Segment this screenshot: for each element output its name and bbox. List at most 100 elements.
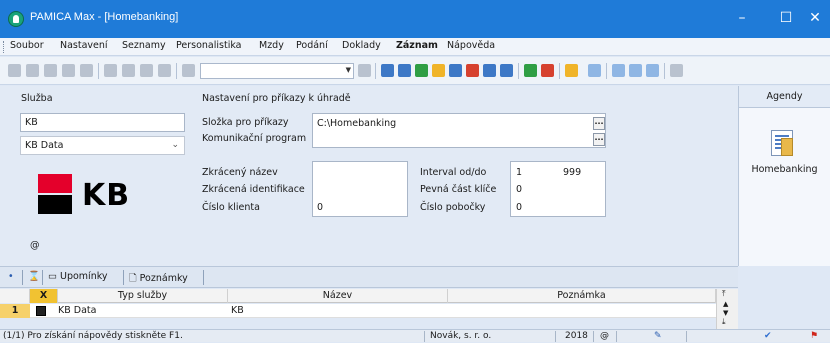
folder-field[interactable]: C:\Homebanking <box>312 113 606 148</box>
toolbar-separator <box>606 63 607 79</box>
kb-logo-text: KB <box>82 178 131 213</box>
status-separator <box>424 331 425 342</box>
row-type: KB Data <box>58 305 97 316</box>
toolbar-group-icon[interactable] <box>432 64 445 77</box>
grid-header: X Typ služby Název Poznámka <box>0 289 716 303</box>
pen-icon: ✎ <box>654 331 662 341</box>
toolbar-panel2-icon[interactable] <box>629 64 642 77</box>
interval-to-field[interactable]: 999 <box>563 167 581 178</box>
chevron-down-icon: ▼ <box>345 66 351 74</box>
toolbar-export-icon[interactable] <box>500 64 513 77</box>
toolbar-search-combo[interactable]: ▼ <box>200 63 354 79</box>
toolbar-print-icon[interactable] <box>80 64 93 77</box>
toolbar: ▼ <box>0 57 830 85</box>
toolbar-copy-icon[interactable] <box>182 64 195 77</box>
toolbar-panel1-icon[interactable] <box>612 64 625 77</box>
menu-mzdy[interactable]: Mzdy <box>259 40 284 51</box>
menu-zaznam[interactable]: Záznam <box>396 40 438 51</box>
scroll-up-icon[interactable]: ▲ <box>723 300 728 308</box>
scroll-down-icon[interactable]: ▼ <box>723 309 728 317</box>
row-number: 1 <box>0 304 30 318</box>
fixed-key-field[interactable]: 0 <box>516 184 522 195</box>
short-id-label: Zkrácená identifikace <box>202 184 305 195</box>
toolbar-person-icon[interactable] <box>415 64 428 77</box>
service-name-field[interactable]: KB <box>20 113 185 132</box>
minimize-button[interactable]: – <box>720 0 764 38</box>
menu-seznamy[interactable]: Seznamy <box>122 40 166 51</box>
tab-separator <box>123 270 124 285</box>
app-icon <box>8 11 24 27</box>
toolbar-chart-icon[interactable] <box>483 64 496 77</box>
grid-scrollbar[interactable]: ⤒ ▲ ▼ ⤓ <box>716 289 738 329</box>
nastaveni-section-label: Nastavení pro příkazy k úhradě <box>202 93 351 104</box>
homebanking-agenda-icon-overlay <box>781 138 793 156</box>
kb-logo: KB <box>38 170 129 220</box>
toolbar-panel3-icon[interactable] <box>646 64 659 77</box>
toolbar-delete-icon[interactable] <box>158 64 171 77</box>
toolbar-mail-icon[interactable] <box>466 64 479 77</box>
toolbar-help-icon[interactable] <box>670 64 683 77</box>
menu-doklady[interactable]: Doklady <box>342 40 381 51</box>
menu-bar: Soubor Nastavení Seznamy Personalistika … <box>0 38 830 56</box>
toolbar-funnel-remove-icon[interactable] <box>541 64 554 77</box>
close-button[interactable]: ✕ <box>800 0 830 38</box>
grid-x-header[interactable]: X <box>30 289 58 303</box>
branch-field[interactable]: 0 <box>516 202 522 213</box>
grid-type-header[interactable]: Typ služby <box>58 289 228 303</box>
tab-poznamky[interactable]: 🗋 Poznámky <box>129 271 188 287</box>
folder-value: C:\Homebanking <box>317 118 397 129</box>
title-bar: PAMICA Max - [Homebanking] – ☐ ✕ <box>0 0 830 38</box>
status-separator <box>555 331 556 342</box>
kb-logo-black-block <box>38 195 72 214</box>
agendy-panel: Agendy Homebanking <box>738 86 830 266</box>
program-browse-button[interactable]: ... <box>593 133 605 146</box>
table-row[interactable]: 1 KB Data KB <box>0 304 716 318</box>
grid-rownum-header <box>0 289 30 303</box>
service-type-value: KB Data <box>25 140 64 151</box>
row-checkbox[interactable] <box>36 306 46 316</box>
toolbar-funnel-icon[interactable] <box>524 64 537 77</box>
homebanking-agenda-label[interactable]: Homebanking <box>739 164 830 175</box>
tab-bullet-icon[interactable]: • <box>8 271 14 282</box>
toolbar-folder-icon[interactable] <box>565 64 578 77</box>
chevron-down-icon: ⌄ <box>171 140 179 150</box>
hourglass-icon[interactable]: ⌛ <box>28 271 40 282</box>
agendy-header: Agendy <box>739 86 830 108</box>
client-no-value[interactable]: 0 <box>317 202 323 213</box>
menu-soubor[interactable]: Soubor <box>10 40 44 51</box>
toolbar-save-icon[interactable] <box>122 64 135 77</box>
toolbar-new-icon[interactable] <box>104 64 117 77</box>
menu-personalistika[interactable]: Personalistika <box>176 40 242 51</box>
interval-from-field[interactable]: 1 <box>516 167 522 178</box>
status-bar: (1/1) Pro získání nápovědy stiskněte F1.… <box>0 329 830 342</box>
toolbar-prev-icon[interactable] <box>26 64 39 77</box>
toolbar-print-preview-icon[interactable] <box>62 64 75 77</box>
toolbar-window-icon[interactable] <box>588 64 601 77</box>
menu-podani[interactable]: Podání <box>296 40 328 51</box>
toolbar-separator <box>664 63 665 79</box>
detail-tab-bar: • ⌛ ▭ Upomínky 🗋 Poznámky <box>0 266 738 288</box>
menu-nastaveni[interactable]: Nastavení <box>60 40 108 51</box>
toolbar-report-icon[interactable] <box>449 64 462 77</box>
toolbar-list-icon[interactable] <box>381 64 394 77</box>
toolbar-first-icon[interactable] <box>8 64 21 77</box>
toolbar-filter-icon[interactable] <box>358 64 371 77</box>
toolbar-next-icon[interactable] <box>44 64 57 77</box>
toolbar-separator <box>176 63 177 79</box>
folder-browse-button[interactable]: ... <box>593 117 605 130</box>
scroll-top-icon[interactable]: ⤒ <box>722 289 726 299</box>
status-separator <box>593 331 594 342</box>
toolbar-calc-icon[interactable] <box>398 64 411 77</box>
toolbar-save-all-icon[interactable] <box>140 64 153 77</box>
tab-separator <box>22 270 23 285</box>
scroll-bottom-icon[interactable]: ⤓ <box>722 317 726 327</box>
grid-name-header[interactable]: Název <box>228 289 448 303</box>
tab-upominky-label: Upomínky <box>60 271 108 282</box>
tab-upominky[interactable]: ▭ Upomínky <box>48 271 108 282</box>
short-name-field[interactable] <box>312 161 408 217</box>
status-separator <box>616 331 617 342</box>
service-type-select[interactable]: KB Data ⌄ <box>20 136 185 155</box>
grid-note-header[interactable]: Poznámka <box>448 289 716 303</box>
sluzba-section-label: Služba <box>21 93 53 104</box>
menu-napoveda[interactable]: Nápověda <box>447 40 495 51</box>
